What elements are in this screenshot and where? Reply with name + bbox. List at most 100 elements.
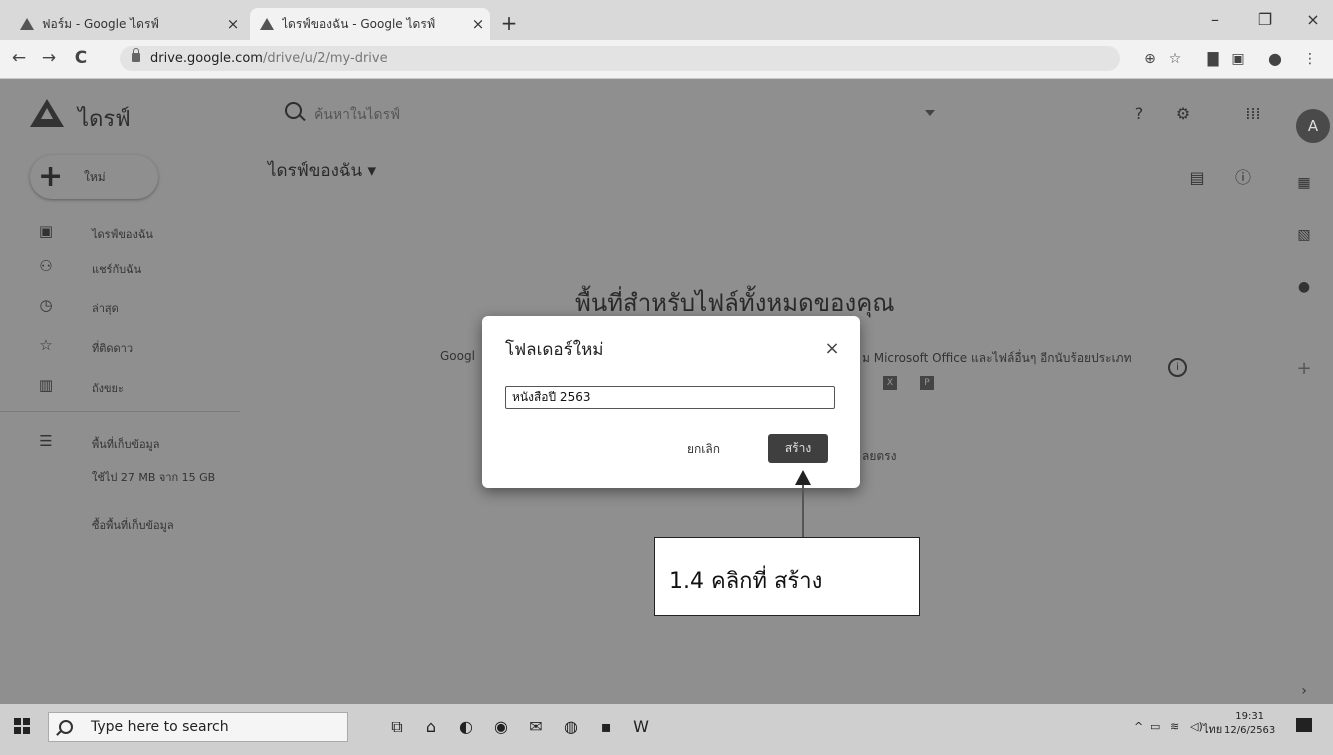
wifi-icon[interactable]: ≋ [1170,720,1179,733]
people-icon: ⚇ [39,257,53,275]
trash-icon: ▥ [38,376,54,394]
side-panel: ▦ ▧ ● + › [1288,79,1333,704]
info-icon[interactable]: i [1168,358,1187,377]
expand-panel-icon[interactable]: › [1296,683,1312,699]
sidebar-item-label: ไดรฟ์ของฉัน [92,228,153,241]
maximize-button[interactable]: ❐ [1250,10,1280,29]
browser-icon[interactable]: ◍ [560,716,582,738]
sidebar-item-label: ถังขยะ [92,382,124,395]
drive-search-input[interactable]: ค้นหาในไดรฟ์ [314,104,400,126]
back-button[interactable]: ← [8,48,30,68]
app-icon[interactable]: ⌂ [420,716,442,738]
app-icon[interactable]: ▪ [595,716,617,738]
annotation-arrow-line [802,483,804,539]
sidebar-item-shared[interactable]: ⚇ แชร์กับฉัน [0,252,240,282]
annotation-arrow-head-icon [795,470,811,485]
new-tab-button[interactable]: + [497,12,521,36]
empty-state-text-right: ม Microsoft Office และไฟล์อื่นๆ อีกนับร้… [862,351,1132,365]
windows-start-icon[interactable] [14,718,30,734]
url-host: drive.google.com [150,51,263,66]
clock-date: 12/6/2563 [1224,725,1276,736]
sidebar-item-recent[interactable]: ◷ ล่าสุด [0,291,240,321]
storage-usage-text: ใช้ไป 27 MB จาก 15 GB [92,471,216,484]
plus-icon: + [38,159,64,194]
sidebar-item-my-drive[interactable]: ▣ ไดรฟ์ของฉัน [0,217,240,247]
folder-name-input[interactable] [505,386,835,409]
menu-dots-icon[interactable]: ⋮ [1300,49,1320,69]
bookmark-star-icon[interactable]: ☆ [1165,49,1185,69]
empty-state-text-left: Googl [440,349,475,363]
forward-button[interactable]: → [38,48,60,68]
apps-grid-icon[interactable]: ⁞⁞⁞ [1242,103,1264,125]
storage-icon: ☰ [39,432,53,450]
task-view-icon[interactable]: ⧉ [386,716,408,738]
url-text: drive.google.com/drive/u/2/my-drive [150,51,388,66]
edge-icon[interactable]: ◐ [455,716,477,738]
word-icon[interactable]: W [630,716,652,738]
keep-icon[interactable]: ▧ [1296,227,1312,243]
clock-time: 19:31 [1235,711,1265,722]
drive-favicon-icon [20,18,34,30]
calendar-icon[interactable]: ▦ [1296,175,1312,191]
tray-overflow-icon[interactable]: ^ [1134,720,1143,733]
taskbar-search-input[interactable]: Type here to search [48,712,348,742]
language-indicator[interactable]: ไทย [1203,720,1222,738]
sidebar-divider [0,411,240,412]
pocket-icon[interactable]: ▣ [1228,49,1248,69]
browser-toolbar: ← → C drive.google.com/drive/u/2/my-driv… [0,40,1333,79]
taskbar-clock[interactable]: 19:31 12/6/2563 [1224,710,1275,738]
taskbar-search-placeholder: Type here to search [91,719,229,735]
sidebar-item-starred[interactable]: ☆ ที่ติดดาว [0,331,240,361]
help-icon[interactable]: ? [1128,103,1150,125]
excel-file-icon: X [883,376,897,390]
cancel-button[interactable]: ยกเลิก [677,434,730,465]
drive-logo-icon [30,99,64,127]
sidebar-item-label: แชร์กับฉัน [92,263,142,276]
new-button[interactable]: + ใหม่ [30,155,158,199]
create-button[interactable]: สร้าง [768,434,828,463]
extension-icon[interactable]: ▇ [1203,49,1223,69]
sidebar-item-label: ที่ติดดาว [92,342,134,355]
window-close-button[interactable]: × [1298,10,1328,29]
new-button-label: ใหม่ [84,170,106,184]
tab-close-icon[interactable]: × [221,15,245,33]
reload-button[interactable]: C [70,48,92,68]
my-drive-heading[interactable]: ไดรฟ์ของฉัน ▾ [268,157,376,184]
buy-storage-link[interactable]: ซื้อพื้นที่เก็บข้อมูล [92,516,174,534]
notification-icon[interactable] [1296,718,1312,732]
tab-title: ไดรฟ์ของฉัน - Google ไดรฟ์ [282,16,436,31]
settings-gear-icon[interactable]: ⚙ [1172,103,1194,125]
drive-icon: ▣ [38,222,54,240]
minimize-button[interactable]: – [1200,10,1230,29]
tab-title: ฟอร์ม - Google ไดรฟ์ [42,16,159,31]
sidebar-item-trash[interactable]: ▥ ถังขยะ [0,371,240,401]
search-options-icon[interactable] [925,110,935,116]
add-addon-icon[interactable]: + [1296,360,1312,378]
browser-tab-forms[interactable]: ฟอร์ม - Google ไดรฟ์ × [10,8,245,40]
chrome-icon[interactable]: ◉ [490,716,512,738]
tab-close-icon[interactable]: × [466,15,490,33]
battery-icon[interactable]: ▭ [1150,720,1160,733]
lock-icon [132,48,140,62]
drive-favicon-icon [260,18,274,30]
volume-icon[interactable]: ◁) [1190,720,1203,733]
browser-tab-my-drive[interactable]: ไดรฟ์ของฉัน - Google ไดรฟ์ × [250,8,490,40]
details-info-icon[interactable]: ⓘ [1232,167,1254,189]
empty-state-text-lower: ลยตรง [862,449,897,463]
tasks-icon[interactable]: ● [1296,279,1312,295]
dialog-close-icon[interactable]: × [822,338,842,359]
app-title: ไดรฟ์ [78,107,131,132]
dialog-title: โฟลเดอร์ใหม่ [505,340,604,360]
list-view-icon[interactable]: ▤ [1186,167,1208,189]
search-icon[interactable] [285,102,302,119]
star-icon: ☆ [39,336,53,354]
new-folder-dialog: โฟลเดอร์ใหม่ × ยกเลิก สร้าง [482,316,860,488]
taskbar: Type here to search ⧉ ⌂ ◐ ◉ ✉ ◍ ▪ W ^ ▭ … [0,704,1333,755]
install-icon[interactable]: ⊕ [1140,49,1160,69]
sidebar-item-storage[interactable]: ☰ พื้นที่เก็บข้อมูล [0,427,240,457]
powerpoint-file-icon: P [920,376,934,390]
address-bar[interactable]: drive.google.com/drive/u/2/my-drive [120,46,1120,71]
profile-icon[interactable]: ● [1265,49,1285,69]
mail-icon[interactable]: ✉ [525,716,547,738]
sidebar-item-label: ล่าสุด [92,302,119,315]
